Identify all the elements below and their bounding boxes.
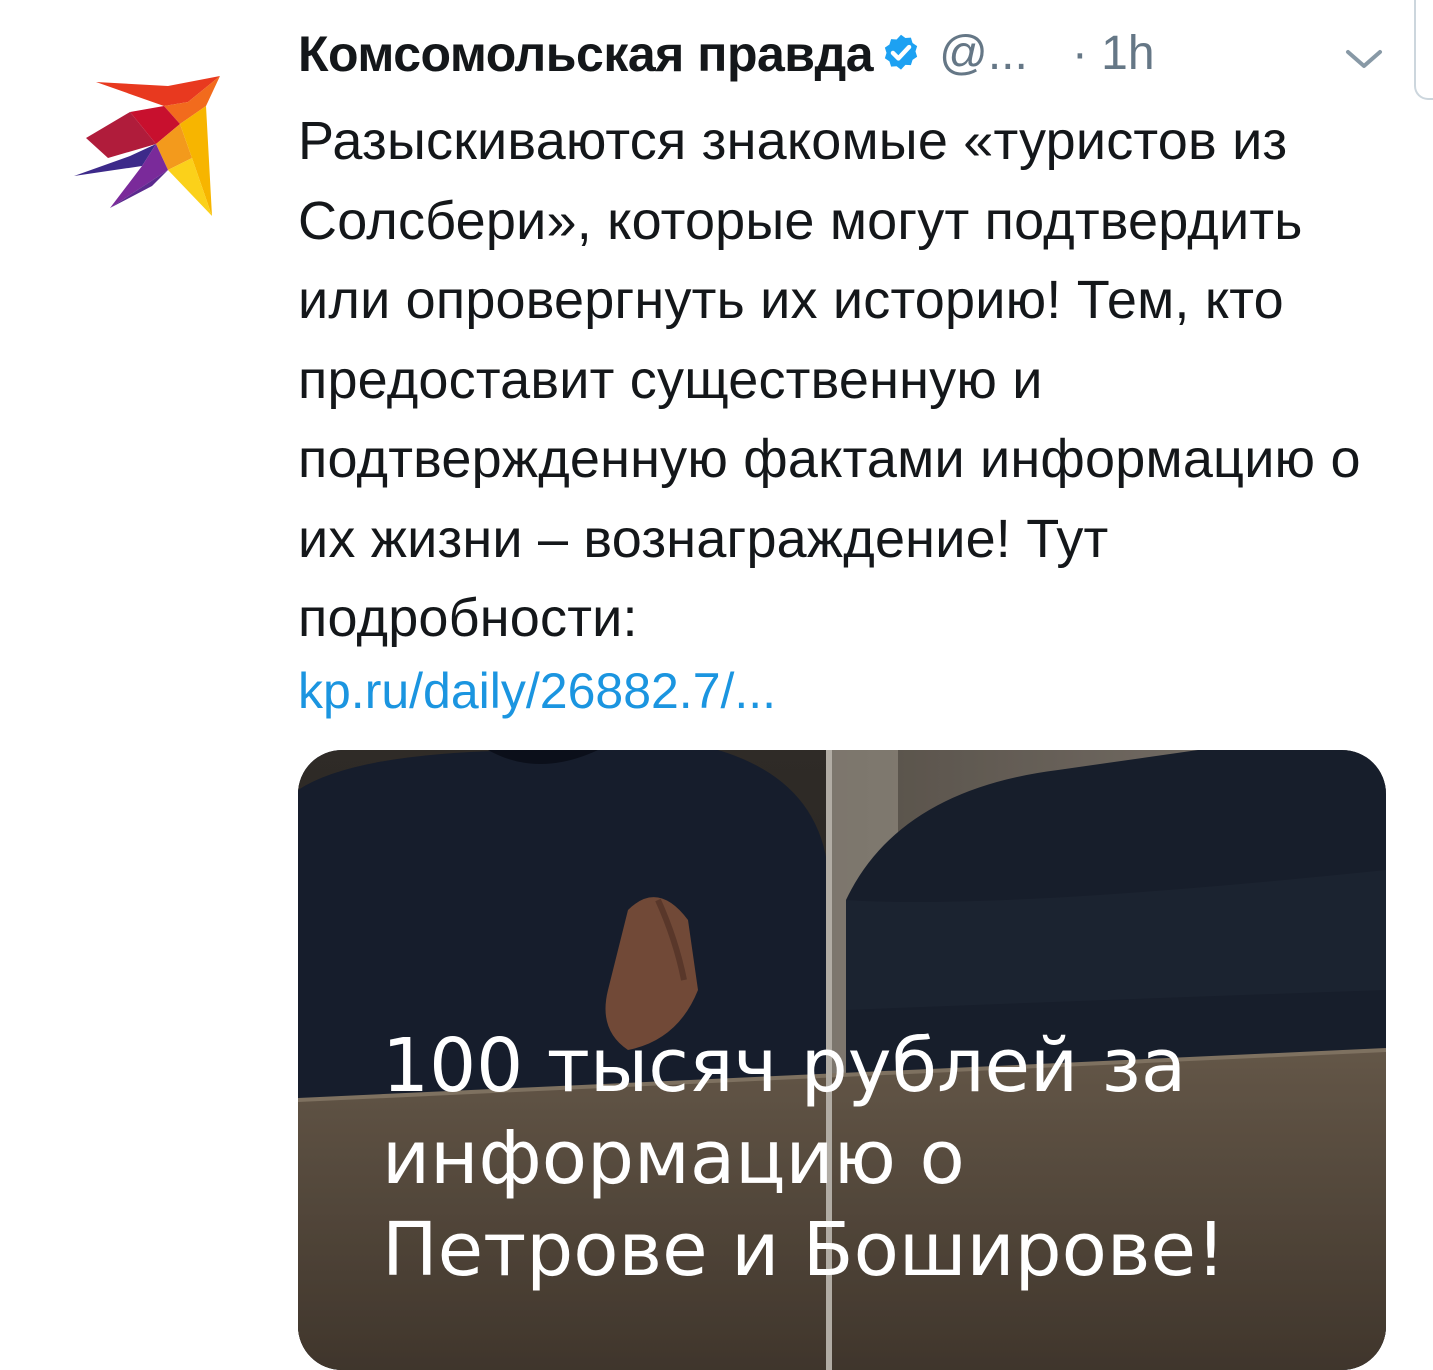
tweet-header: Комсомольская правда @... · 1h (298, 22, 1155, 86)
tweet-link[interactable]: kp.ru/daily/26882.7/... (298, 652, 776, 731)
kp-swallow-logo-icon (74, 76, 220, 216)
tweet-text: Разыскиваются знакомые «туристов из Солс… (298, 111, 1361, 648)
tweet-timestamp[interactable]: · 1h (1072, 22, 1155, 86)
media-card[interactable]: 100 тысяч рублей за информацию о Петрове… (298, 750, 1386, 1370)
scrollbar-edge (1414, 0, 1433, 100)
verified-badge-icon (884, 34, 918, 70)
caption-line-2: информацию о (382, 1115, 965, 1201)
user-handle[interactable]: @... (939, 22, 1028, 86)
chevron-down-icon[interactable] (1340, 42, 1388, 76)
display-name[interactable]: Комсомольская правда (298, 22, 874, 86)
media-caption: 100 тысяч рублей за информацию о Петрове… (382, 1020, 1342, 1296)
caption-line-3: Петрове и Боширове! (382, 1207, 1226, 1293)
caption-line-1: 100 тысяч рублей за (382, 1023, 1187, 1109)
avatar[interactable] (68, 66, 228, 218)
